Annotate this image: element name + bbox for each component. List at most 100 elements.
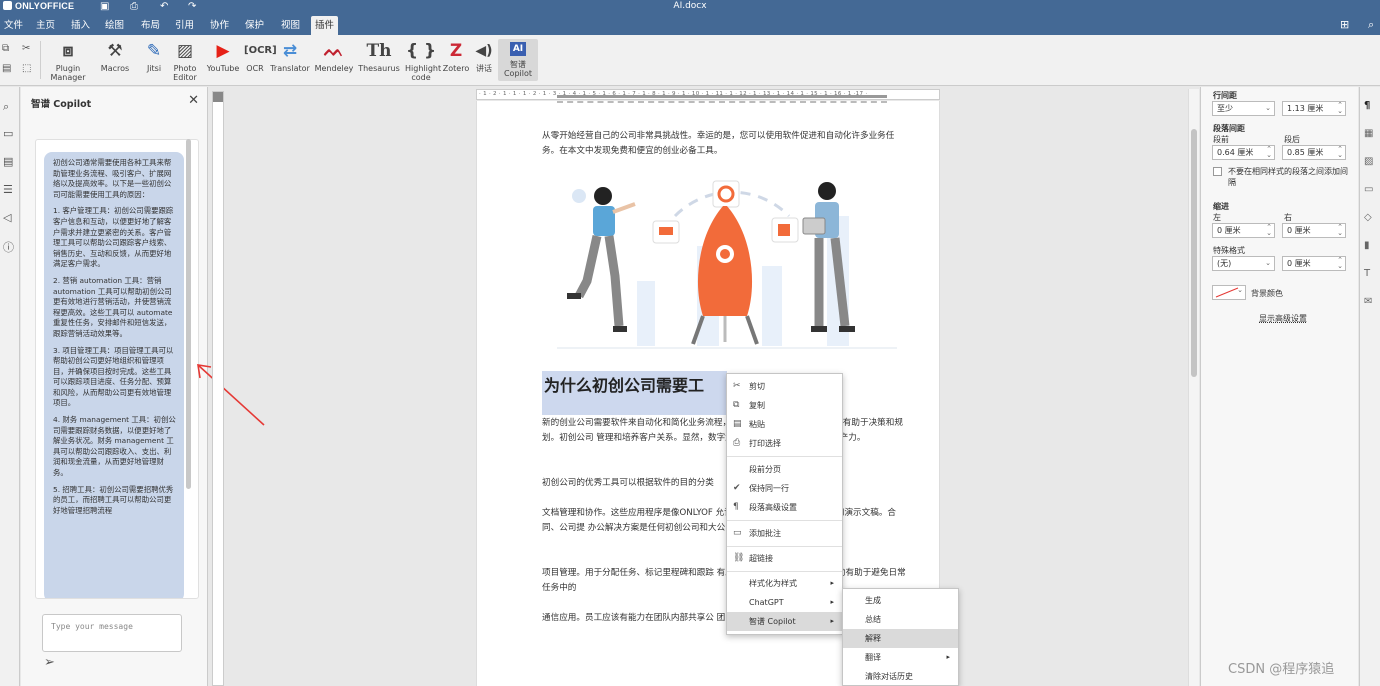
submenu-item-clear-history[interactable]: 清除对话历史 [843, 667, 958, 686]
selected-heading: 为什么初创公司需要工 [542, 371, 727, 415]
chevron-down-icon: ⌄ [1237, 286, 1243, 294]
line-spacing-value: 1.13 厘米 [1287, 104, 1324, 113]
menu-item-page-break-before[interactable]: 段前分页 [727, 460, 842, 479]
special-amount-value: 0 厘米 [1287, 259, 1311, 268]
submenu-item-label: 生成 [865, 596, 881, 605]
special-format-label: 特殊格式 [1213, 246, 1245, 255]
spinner-icon[interactable]: ⌃ ⌄ [1266, 224, 1272, 237]
submenu-arrow-icon: ▸ [830, 617, 834, 625]
menu-item-label: 打印选择 [749, 439, 781, 448]
body-paragraph: 新的创业公司需要软件来自动化和简化业务流程，工具提供有价值的数据见解，有助于决策… [542, 418, 903, 443]
menu-item-label: 剪切 [749, 382, 765, 391]
indent-left-label: 左 [1213, 213, 1221, 222]
comment-icon: ▭ [733, 528, 742, 538]
line-spacing-mode-select[interactable]: 至少 ⌄ [1212, 101, 1275, 116]
menu-item-print-selection[interactable]: ⎙ 打印选择 [727, 434, 842, 453]
menu-item-paste[interactable]: ▤ 粘贴 [727, 415, 842, 434]
body-paragraph: 文档管理和协作。这些应用程序是像ONLYOF 允许创建和编辑文本、电子表格和演示… [542, 508, 897, 533]
spinner-icon[interactable]: ⌃ ⌄ [1337, 257, 1343, 270]
menu-item-copilot[interactable]: 智谱 Copilot ▸ [727, 612, 842, 631]
menu-item-keep-lines-together[interactable]: ✔ 保持同一行 [727, 479, 842, 498]
no-space-checkbox[interactable] [1213, 167, 1222, 176]
no-space-label: 不要在相同样式的段落之间添加间隔 [1228, 167, 1348, 187]
startup-illustration [557, 180, 897, 349]
paragraph-icon: ¶ [733, 502, 739, 512]
background-color-picker[interactable]: ⌄ [1212, 285, 1246, 300]
submenu-item-explain[interactable]: 解释 [843, 629, 958, 648]
image-settings-icon[interactable]: ▨ [1364, 156, 1373, 167]
special-format-value: (无) [1217, 259, 1232, 268]
shape-settings-icon[interactable]: ◇ [1364, 212, 1372, 223]
menu-separator [727, 456, 842, 457]
paragraph-settings-icon[interactable]: ¶ [1364, 100, 1370, 111]
submenu-item-label: 翻译 [865, 653, 881, 662]
menu-item-hyperlink[interactable]: ⛓ 超链接 [727, 549, 842, 568]
link-icon: ⛓ [733, 553, 745, 563]
menu-separator [727, 520, 842, 521]
space-after-value: 0.85 厘米 [1287, 148, 1324, 157]
indent-label: 缩进 [1213, 202, 1229, 211]
spinner-icon[interactable]: ⌃ ⌄ [1337, 102, 1343, 115]
submenu-item-generate[interactable]: 生成 [843, 591, 958, 610]
cut-icon: ✂ [733, 381, 741, 391]
copilot-submenu: 生成 总结 解释 翻译 ▸ 清除对话历史 [842, 588, 959, 686]
table-settings-icon[interactable]: ▦ [1364, 128, 1373, 139]
chevron-down-icon: ⌄ [1265, 104, 1271, 112]
special-format-select[interactable]: (无) ⌄ [1212, 256, 1275, 271]
spinner-icon[interactable]: ⌃ ⌄ [1337, 146, 1343, 159]
menu-item-label: 添加批注 [749, 529, 781, 538]
after-label: 段后 [1284, 135, 1300, 144]
menu-item-copy[interactable]: ⧉ 复制 [727, 396, 842, 415]
header-footer-icon[interactable]: ▭ [1364, 184, 1373, 195]
menu-item-format-as-style[interactable]: 样式化为样式 ▸ [727, 574, 842, 593]
submenu-arrow-icon: ▸ [830, 579, 834, 587]
menu-item-paragraph-advanced[interactable]: ¶ 段落高级设置 [727, 498, 842, 517]
vertical-ruler[interactable] [212, 91, 224, 686]
show-advanced-settings-link[interactable]: 显示高级设置 [1259, 313, 1307, 324]
space-after-field[interactable]: 0.85 厘米 ⌃ ⌄ [1282, 145, 1346, 160]
submenu-item-label: 总结 [865, 615, 881, 624]
line-spacing-value-field[interactable]: 1.13 厘米 ⌃ ⌄ [1282, 101, 1346, 116]
indent-right-field[interactable]: 0 厘米 ⌃ ⌄ [1282, 223, 1346, 238]
before-label: 段前 [1213, 135, 1229, 144]
menu-item-label: 保持同一行 [749, 484, 789, 493]
line-spacing-mode-value: 至少 [1217, 104, 1233, 113]
submenu-item-summarize[interactable]: 总结 [843, 610, 958, 629]
menu-separator [727, 571, 842, 572]
spinner-icon[interactable]: ⌃ ⌄ [1266, 146, 1272, 159]
scrollbar-thumb[interactable] [1191, 129, 1197, 377]
no-color-swatch-icon [1215, 287, 1239, 298]
check-icon: ✔ [733, 483, 741, 493]
watermark: CSDN @程序猿追 [1228, 662, 1335, 677]
indent-right-value: 0 厘米 [1287, 226, 1311, 235]
background-color-label: 背景颜色 [1251, 289, 1283, 298]
print-icon: ⎙ [733, 438, 741, 448]
menu-item-label: 粘贴 [749, 420, 765, 429]
paragraph-spacing-label: 段落间距 [1213, 124, 1245, 133]
submenu-arrow-icon: ▸ [946, 653, 950, 661]
copy-icon: ⧉ [733, 400, 740, 410]
document-scrollbar[interactable] [1188, 89, 1199, 686]
menu-item-label: 段前分页 [749, 465, 781, 474]
chart-settings-icon[interactable]: ▮ [1364, 240, 1370, 251]
right-rail: ¶ ▦ ▨ ▭ ◇ ▮ T ✉ [1359, 87, 1380, 686]
menu-item-label: ChatGPT [749, 598, 784, 607]
indent-left-value: 0 厘米 [1217, 226, 1241, 235]
spinner-icon[interactable]: ⌃ ⌄ [1337, 224, 1343, 237]
special-amount-field[interactable]: 0 厘米 ⌃ ⌄ [1282, 256, 1346, 271]
menu-item-add-comment[interactable]: ▭ 添加批注 [727, 524, 842, 543]
context-menu: ✂ 剪切 ⧉ 复制 ▤ 粘贴 ⎙ 打印选择 段前分页 ✔ 保持同一行 ¶ 段落高级设置 ▭ 添… [726, 373, 843, 635]
submenu-arrow-icon: ▸ [830, 598, 834, 606]
text-art-icon[interactable]: T [1364, 268, 1370, 279]
indent-left-field[interactable]: 0 厘米 ⌃ ⌄ [1212, 223, 1275, 238]
space-before-field[interactable]: 0.64 厘米 ⌃ ⌄ [1212, 145, 1275, 160]
submenu-item-translate[interactable]: 翻译 ▸ [843, 648, 958, 667]
menu-item-chatgpt[interactable]: ChatGPT ▸ [727, 593, 842, 612]
menu-item-cut[interactable]: ✂ 剪切 [727, 377, 842, 396]
menu-separator [727, 546, 842, 547]
mail-merge-icon[interactable]: ✉ [1364, 296, 1372, 307]
body-paragraph: 初创公司的优秀工具可以根据软件的目的分类 [542, 478, 714, 488]
submenu-item-label: 清除对话历史 [865, 672, 913, 681]
intro-paragraph: 从零开始经营自己的公司非常具挑战性。幸运的是，您可以使用软件促进和自动化许多业务… [542, 131, 895, 156]
paragraph-settings-panel: 行间距 至少 ⌄ 1.13 厘米 ⌃ ⌄ 段落间距 段前 段后 0.64 厘米 ⌃ ⌄ 0… [1200, 87, 1358, 686]
